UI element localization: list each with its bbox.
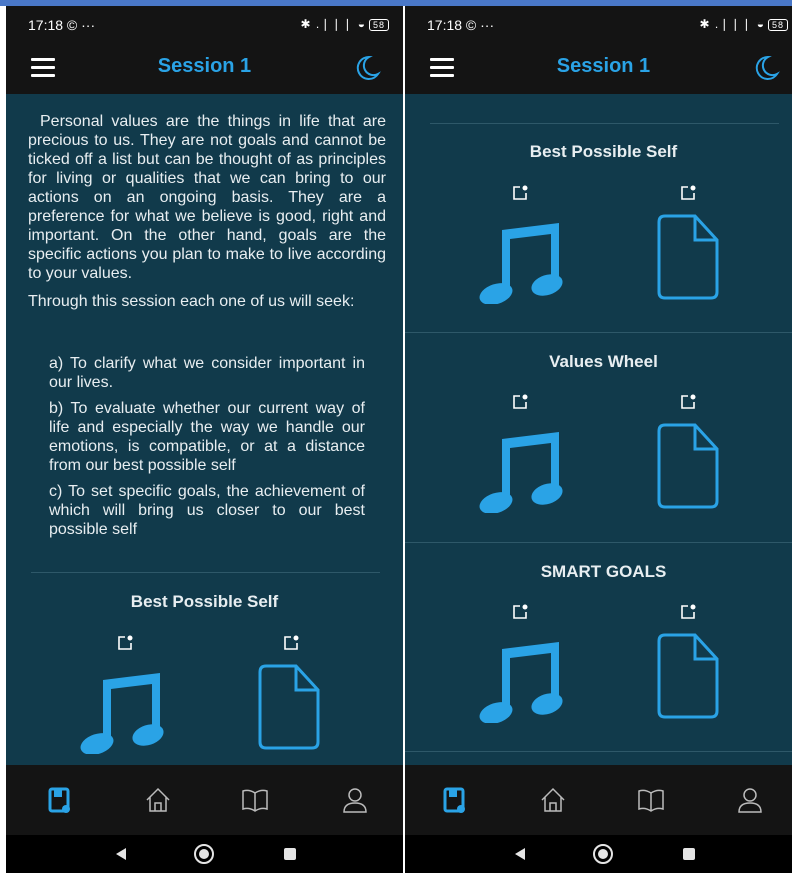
- seek-paragraph: Through this session each one of us will…: [28, 293, 355, 310]
- profile-icon[interactable]: [735, 785, 765, 815]
- status-bar: 17:18 © ··· ✱ .❘❘❘ ◒ 58: [405, 6, 792, 42]
- bottom-nav: [6, 765, 403, 835]
- status-icons: ✱ .❘❘❘ ◒ 58: [301, 17, 389, 31]
- back-icon[interactable]: [116, 848, 126, 860]
- session-content[interactable]: Best Possible Self Values Wheel SMART GO…: [405, 94, 792, 765]
- document-icon[interactable]: [655, 212, 721, 302]
- section-title: SMART GOALS: [540, 562, 667, 581]
- objective-item: c) To set specific goals, the achievemen…: [49, 483, 365, 538]
- sessions-icon[interactable]: [440, 785, 470, 815]
- document-resource[interactable]: [651, 184, 741, 304]
- divider: [31, 572, 380, 573]
- audio-resource[interactable]: [475, 603, 565, 723]
- intro-paragraph: Personal values are the things in life t…: [28, 113, 386, 282]
- audio-resource[interactable]: [475, 184, 565, 304]
- note-icon[interactable]: [511, 393, 529, 411]
- recent-apps-icon[interactable]: [284, 848, 296, 860]
- book-icon[interactable]: [240, 785, 270, 815]
- document-resource[interactable]: [651, 393, 741, 513]
- objective-item: a) To clarify what we consider important…: [49, 355, 365, 391]
- note-icon[interactable]: [282, 634, 300, 652]
- home-icon[interactable]: [143, 785, 173, 815]
- page-title: Session 1: [157, 55, 252, 77]
- note-icon[interactable]: [679, 603, 697, 621]
- home-button-icon[interactable]: [194, 844, 214, 864]
- status-icons: ✱ .❘❘❘ ◒ 58: [700, 17, 788, 31]
- note-icon[interactable]: [116, 634, 134, 652]
- screen-right: 17:18 © ··· ✱ .❘❘❘ ◒ 58 Session 1 Best Po…: [405, 6, 792, 873]
- book-icon[interactable]: [636, 785, 666, 815]
- document-icon[interactable]: [655, 421, 721, 511]
- audio-resource[interactable]: [475, 393, 565, 513]
- app-bar: Session 1: [405, 42, 792, 94]
- home-button-icon[interactable]: [593, 844, 613, 864]
- back-icon[interactable]: [515, 848, 525, 860]
- page-title: Session 1: [556, 55, 651, 77]
- section-separator: [405, 542, 792, 543]
- recent-apps-icon[interactable]: [683, 848, 695, 860]
- audio-resource[interactable]: [76, 634, 166, 754]
- objective-item: b) To evaluate whether our current way o…: [49, 400, 365, 474]
- status-time: 17:18 © ···: [28, 17, 96, 33]
- signal-icon: ✱ .❘❘❘ ◒: [300, 17, 366, 31]
- signal-icon: ✱ .❘❘❘ ◒: [699, 17, 765, 31]
- music-note-icon[interactable]: [76, 658, 166, 754]
- note-icon[interactable]: [511, 603, 529, 621]
- objectives-list: a) To clarify what we consider important…: [49, 354, 365, 546]
- section-title: Best Possible Self: [529, 142, 678, 161]
- document-resource[interactable]: [252, 634, 342, 754]
- divider: [430, 123, 779, 124]
- section-separator: [405, 332, 792, 333]
- moon-icon[interactable]: [750, 53, 780, 83]
- note-icon[interactable]: [679, 184, 697, 202]
- profile-icon[interactable]: [340, 785, 370, 815]
- document-icon[interactable]: [256, 662, 322, 752]
- section-title: Best Possible Self: [130, 592, 279, 611]
- status-time: 17:18 © ···: [427, 17, 495, 33]
- battery-icon: 58: [767, 19, 788, 31]
- section-title: Values Wheel: [549, 352, 658, 371]
- document-resource[interactable]: [651, 603, 741, 723]
- music-note-icon[interactable]: [475, 417, 565, 513]
- home-icon[interactable]: [538, 785, 568, 815]
- session-content[interactable]: Personal values are the things in life t…: [6, 94, 403, 765]
- section-separator: [405, 751, 792, 752]
- sessions-icon[interactable]: [45, 785, 75, 815]
- document-icon[interactable]: [655, 631, 721, 721]
- status-bar: 17:18 © ··· ✱ .❘❘❘ ◒ 58: [6, 6, 403, 42]
- note-icon[interactable]: [511, 184, 529, 202]
- system-nav-bar: [6, 835, 403, 873]
- app-bar: Session 1: [6, 42, 403, 94]
- battery-icon: 58: [368, 19, 389, 31]
- moon-icon[interactable]: [351, 53, 381, 83]
- music-note-icon[interactable]: [475, 208, 565, 304]
- screen-left: 17:18 © ··· ✱ .❘❘❘ ◒ 58 Session 1 Persona…: [6, 6, 403, 873]
- system-nav-bar: [405, 835, 792, 873]
- bottom-nav: [405, 765, 792, 835]
- music-note-icon[interactable]: [475, 627, 565, 723]
- note-icon[interactable]: [679, 393, 697, 411]
